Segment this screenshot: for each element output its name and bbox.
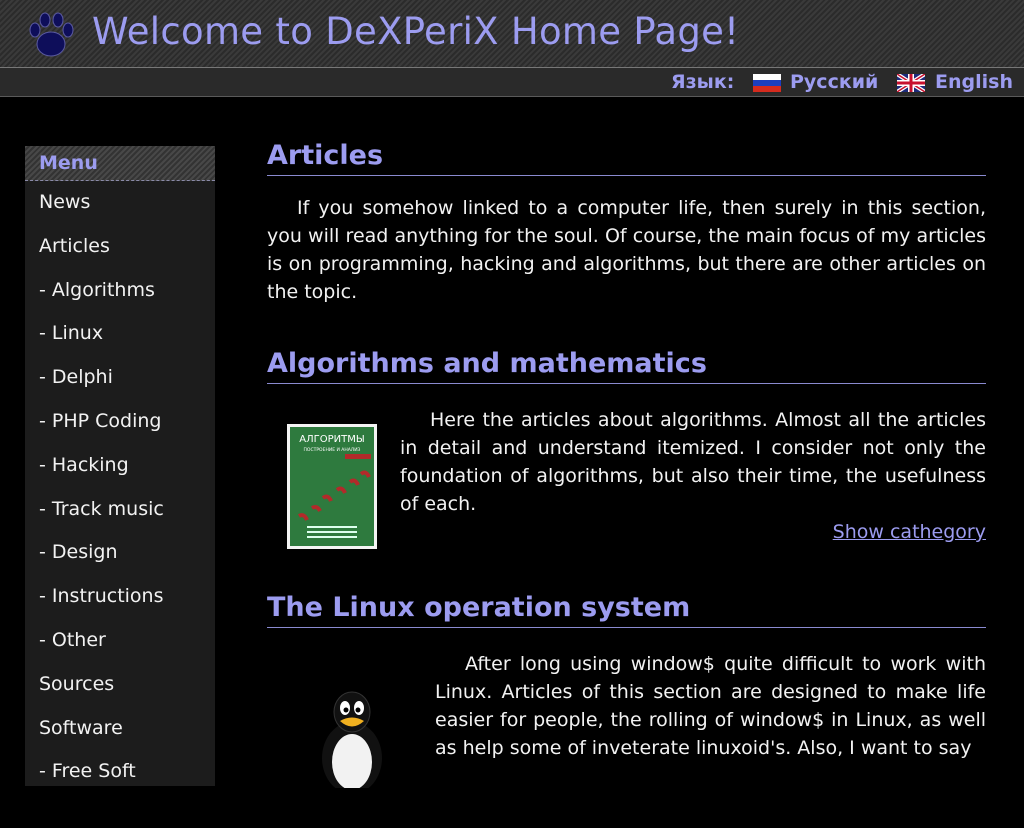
menu-item-hacking[interactable]: - Hacking <box>25 444 215 488</box>
menu-item-php-coding[interactable]: - PHP Coding <box>25 400 215 444</box>
russia-flag-icon[interactable] <box>753 74 781 92</box>
menu-item-design[interactable]: - Design <box>25 531 215 575</box>
algorithms-description: Here the articles about algorithms. Almo… <box>400 409 986 515</box>
articles-intro: If you somehow linked to a computer life… <box>267 197 986 303</box>
paw-icon <box>29 12 74 57</box>
menu-item-instructions[interactable]: - Instructions <box>25 575 215 619</box>
book-title: АЛГОРИТМЫ <box>299 434 364 445</box>
algorithms-text-block: Here the articles about algorithms. Almo… <box>400 406 986 546</box>
menu-item-articles[interactable]: Articles <box>25 225 215 269</box>
language-label: Язык: <box>671 71 735 93</box>
uk-flag-icon[interactable] <box>897 74 925 92</box>
book-subtitle: ПОСТРОЕНИЕ И АНАЛИЗ <box>304 447 361 453</box>
linux-section-title[interactable]: The Linux operation system <box>267 592 986 628</box>
menu-heading: Menu <box>25 146 215 181</box>
show-category-link[interactable]: Show cathegory <box>400 518 986 546</box>
menu-item-other[interactable]: - Other <box>25 619 215 663</box>
algorithms-section-title[interactable]: Algorithms and mathematics <box>267 348 986 384</box>
language-bar: Язык: Русский English <box>0 68 1024 97</box>
linux-section: After long using window$ quite difficult… <box>267 628 986 828</box>
linux-text-block: After long using window$ quite difficult… <box>435 650 986 762</box>
algorithms-book-image[interactable]: АЛГОРИТМЫ ПОСТРОЕНИЕ И АНАЛИЗ <box>287 424 377 549</box>
main-content: Articles If you somehow linked to a comp… <box>267 140 986 828</box>
tux-penguin-image[interactable] <box>312 688 392 788</box>
menu-item-free-soft[interactable]: - Free Soft <box>25 750 215 794</box>
menu-list: News Articles - Algorithms - Linux - Del… <box>25 181 215 794</box>
articles-title: Articles <box>267 140 986 176</box>
menu-item-linux[interactable]: - Linux <box>25 312 215 356</box>
menu-item-track-music[interactable]: - Track music <box>25 488 215 532</box>
menu-item-algorithms[interactable]: - Algorithms <box>25 269 215 313</box>
site-header: Welcome to DeXPeriX Home Page! <box>0 0 1024 68</box>
language-english-link[interactable]: English <box>935 71 1013 93</box>
algorithms-section: АЛГОРИТМЫ ПОСТРОЕНИЕ И АНАЛИЗ Here the a… <box>267 384 986 589</box>
sidebar-menu: Menu News Articles - Algorithms - Linux … <box>25 146 215 786</box>
site-title: Welcome to DeXPeriX Home Page! <box>92 10 740 53</box>
menu-item-software[interactable]: Software <box>25 707 215 751</box>
linux-description: After long using window$ quite difficult… <box>435 653 986 759</box>
language-russian-link[interactable]: Русский <box>790 71 878 93</box>
menu-item-delphi[interactable]: - Delphi <box>25 356 215 400</box>
menu-item-sources[interactable]: Sources <box>25 663 215 707</box>
menu-item-news[interactable]: News <box>25 181 215 225</box>
